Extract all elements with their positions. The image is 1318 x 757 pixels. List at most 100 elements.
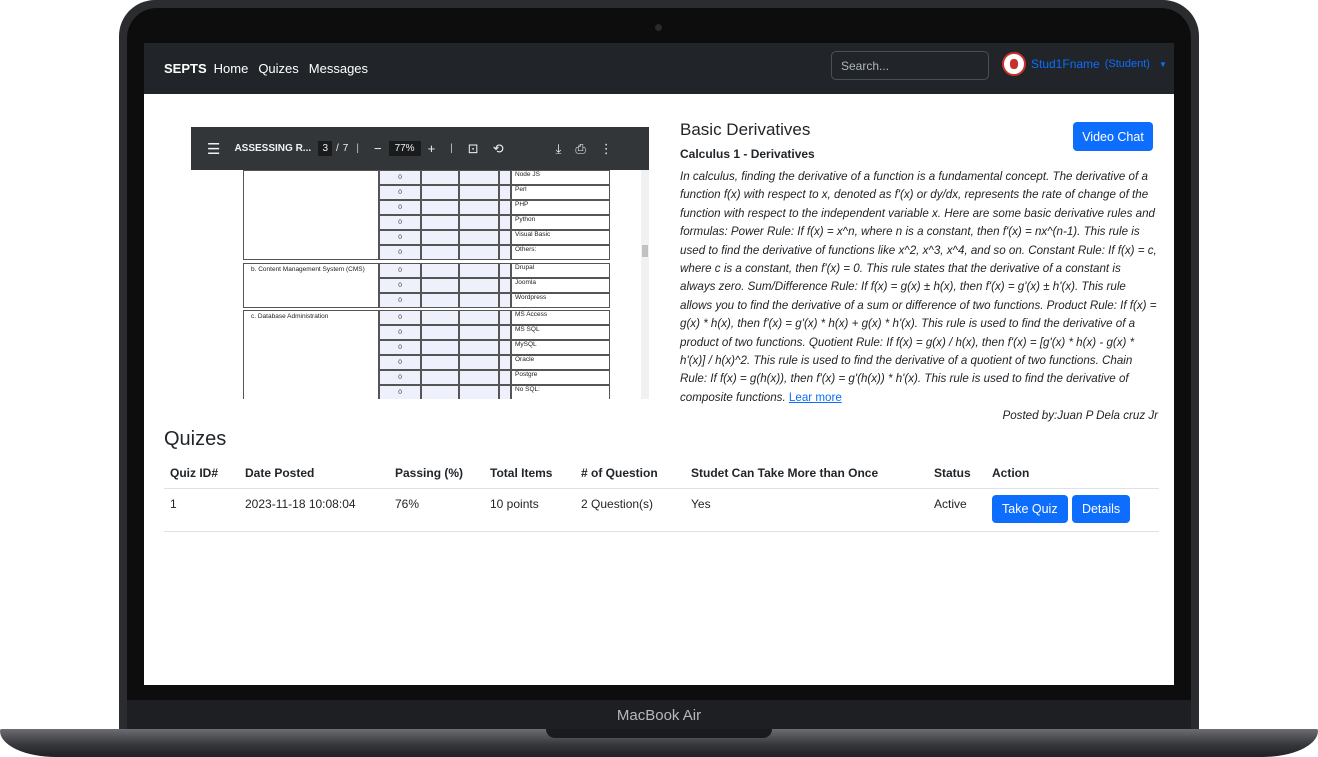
pdf-checkbox — [499, 385, 511, 399]
pdf-checkbox — [499, 278, 511, 293]
pdf-checkbox — [499, 355, 511, 370]
nav-quizes[interactable]: Quizes — [258, 61, 298, 76]
navbar: SEPTS Home Quizes Messages Stud1Fname (S… — [144, 43, 1174, 94]
video-chat-button[interactable]: Video Chat — [1073, 122, 1153, 151]
rotate-icon[interactable]: ⟲ — [493, 141, 504, 157]
chevron-down-icon: ▼ — [1158, 59, 1167, 69]
pdf-form-row: 0 MS Access — [243, 310, 610, 325]
cell-status: Active — [928, 488, 986, 532]
scroll-thumb[interactable] — [642, 245, 648, 257]
pdf-viewer[interactable]: ☰ ASSESSING R... 3 / 7 | − 77% + | ⊡ ⟲ ⤓… — [191, 127, 649, 399]
pdf-cell-label: Drupal — [511, 263, 610, 278]
pdf-cell-value: 0 — [379, 310, 421, 325]
pdf-form-row: 0 Wordpress — [243, 293, 610, 308]
pdf-cell-blank — [421, 170, 459, 185]
cell-date: 2023-11-18 10:08:04 — [239, 488, 389, 532]
pdf-cell-blank — [421, 340, 459, 355]
pdf-cell-label: Perl — [511, 185, 610, 200]
pdf-checkbox — [499, 185, 511, 200]
col-total-items: Total Items — [484, 458, 575, 489]
pdf-checkbox — [499, 200, 511, 215]
pdf-cell-label: MS Access — [511, 310, 610, 325]
posted-by: Posted by:Juan P Dela cruz Jr — [1002, 409, 1158, 422]
pdf-cell-label: Node JS — [511, 170, 610, 185]
col-questions: # of Question — [575, 458, 685, 489]
table-row: 1 2023-11-18 10:08:04 76% 10 points 2 Qu… — [164, 488, 1159, 532]
pdf-cell-blank — [421, 385, 459, 399]
cell-quiz-id: 1 — [164, 488, 239, 532]
pdf-cell-value: 0 — [379, 170, 421, 185]
pdf-cell-blank — [459, 245, 499, 260]
nav-messages[interactable]: Messages — [309, 61, 368, 76]
print-icon[interactable]: ⎙ — [575, 141, 585, 157]
col-quiz-id: Quiz ID# — [164, 458, 239, 489]
take-quiz-button[interactable]: Take Quiz — [992, 495, 1068, 523]
pdf-document: 0 Node JS 0 Perl 0 PHP 0 Python 0 Visual Basic 0 Ot… — [191, 170, 641, 399]
pdf-cell-blank — [459, 215, 499, 230]
nav-home[interactable]: Home — [214, 61, 249, 76]
pdf-cell-value: 0 — [379, 200, 421, 215]
pdf-cell-blank — [459, 370, 499, 385]
quiz-table: Quiz ID# Date Posted Passing (%) Total I… — [164, 458, 1159, 532]
more-icon[interactable]: ⋮ — [600, 141, 613, 157]
camera-icon — [655, 24, 662, 31]
pdf-form-row: 0 Perl — [243, 185, 610, 200]
quizes-heading: Quizes — [164, 428, 227, 450]
pdf-cell-blank — [421, 185, 459, 200]
pdf-cell-value: 0 — [379, 355, 421, 370]
pdf-form-row: 0 Others: — [243, 245, 610, 260]
pdf-checkbox — [499, 170, 511, 185]
fit-page-icon[interactable]: ⊡ — [468, 141, 479, 157]
pdf-cell-label: Oracle — [511, 355, 610, 370]
learn-more-link[interactable]: Lear more — [789, 391, 842, 404]
pdf-page-slash: / — [336, 143, 339, 154]
pdf-cell-value: 0 — [379, 370, 421, 385]
pdf-cell-blank — [421, 230, 459, 245]
pdf-cell-value: 0 — [379, 230, 421, 245]
pdf-cell-blank — [421, 310, 459, 325]
pdf-cell-label: Python — [511, 215, 610, 230]
app-screen: SEPTS Home Quizes Messages Stud1Fname (S… — [144, 43, 1174, 685]
cell-retake: Yes — [685, 488, 928, 532]
pdf-form-row: 0 Oracle — [243, 355, 610, 370]
pdf-cell-label: MySQL — [511, 340, 610, 355]
pdf-cell-blank — [421, 263, 459, 278]
details-button[interactable]: Details — [1071, 495, 1131, 523]
pdf-scrollbar[interactable] — [641, 170, 649, 399]
pdf-title: ASSESSING R... — [234, 143, 312, 154]
pdf-form-row: 0 Drupal — [243, 263, 610, 278]
pdf-form-row: 0 No SQL: — [243, 385, 610, 399]
pdf-cell-blank — [459, 355, 499, 370]
menu-icon[interactable]: ☰ — [207, 140, 220, 158]
pdf-cell-value: 0 — [379, 263, 421, 278]
article-title: Basic Derivatives — [680, 120, 811, 139]
user-menu[interactable]: Stud1Fname (Student) ▼ — [1002, 52, 1167, 76]
pdf-form-row: 0 MS SQL — [243, 325, 610, 340]
avatar — [1002, 52, 1026, 76]
pdf-cell-blank — [421, 325, 459, 340]
article-body: In calculus, finding the derivative of a… — [680, 168, 1158, 407]
pdf-checkbox — [499, 310, 511, 325]
pdf-cell-blank — [459, 263, 499, 278]
pdf-cell-label: Visual Basic — [511, 230, 610, 245]
pdf-cell-value: 0 — [379, 185, 421, 200]
brand[interactable]: SEPTS — [164, 61, 207, 76]
col-retake: Studet Can Take More than Once — [685, 458, 928, 489]
col-date-posted: Date Posted — [239, 458, 389, 489]
pdf-page-input[interactable]: 3 — [318, 141, 333, 156]
pdf-cell-value: 0 — [379, 293, 421, 308]
zoom-out-icon[interactable]: − — [374, 141, 382, 156]
pdf-cell-blank — [421, 355, 459, 370]
pdf-zoom-input[interactable]: 77% — [388, 141, 421, 156]
pdf-checkbox — [499, 245, 511, 260]
search-input[interactable] — [831, 51, 989, 80]
pdf-cell-blank — [421, 370, 459, 385]
pdf-checkbox — [499, 263, 511, 278]
zoom-in-icon[interactable]: + — [428, 141, 436, 156]
pdf-cell-value: 0 — [379, 340, 421, 355]
download-icon[interactable]: ⤓ — [556, 141, 562, 157]
pdf-cell-label: MS SQL — [511, 325, 610, 340]
pdf-cell-blank — [459, 340, 499, 355]
pdf-cell-label: PHP — [511, 200, 610, 215]
pdf-checkbox — [499, 370, 511, 385]
